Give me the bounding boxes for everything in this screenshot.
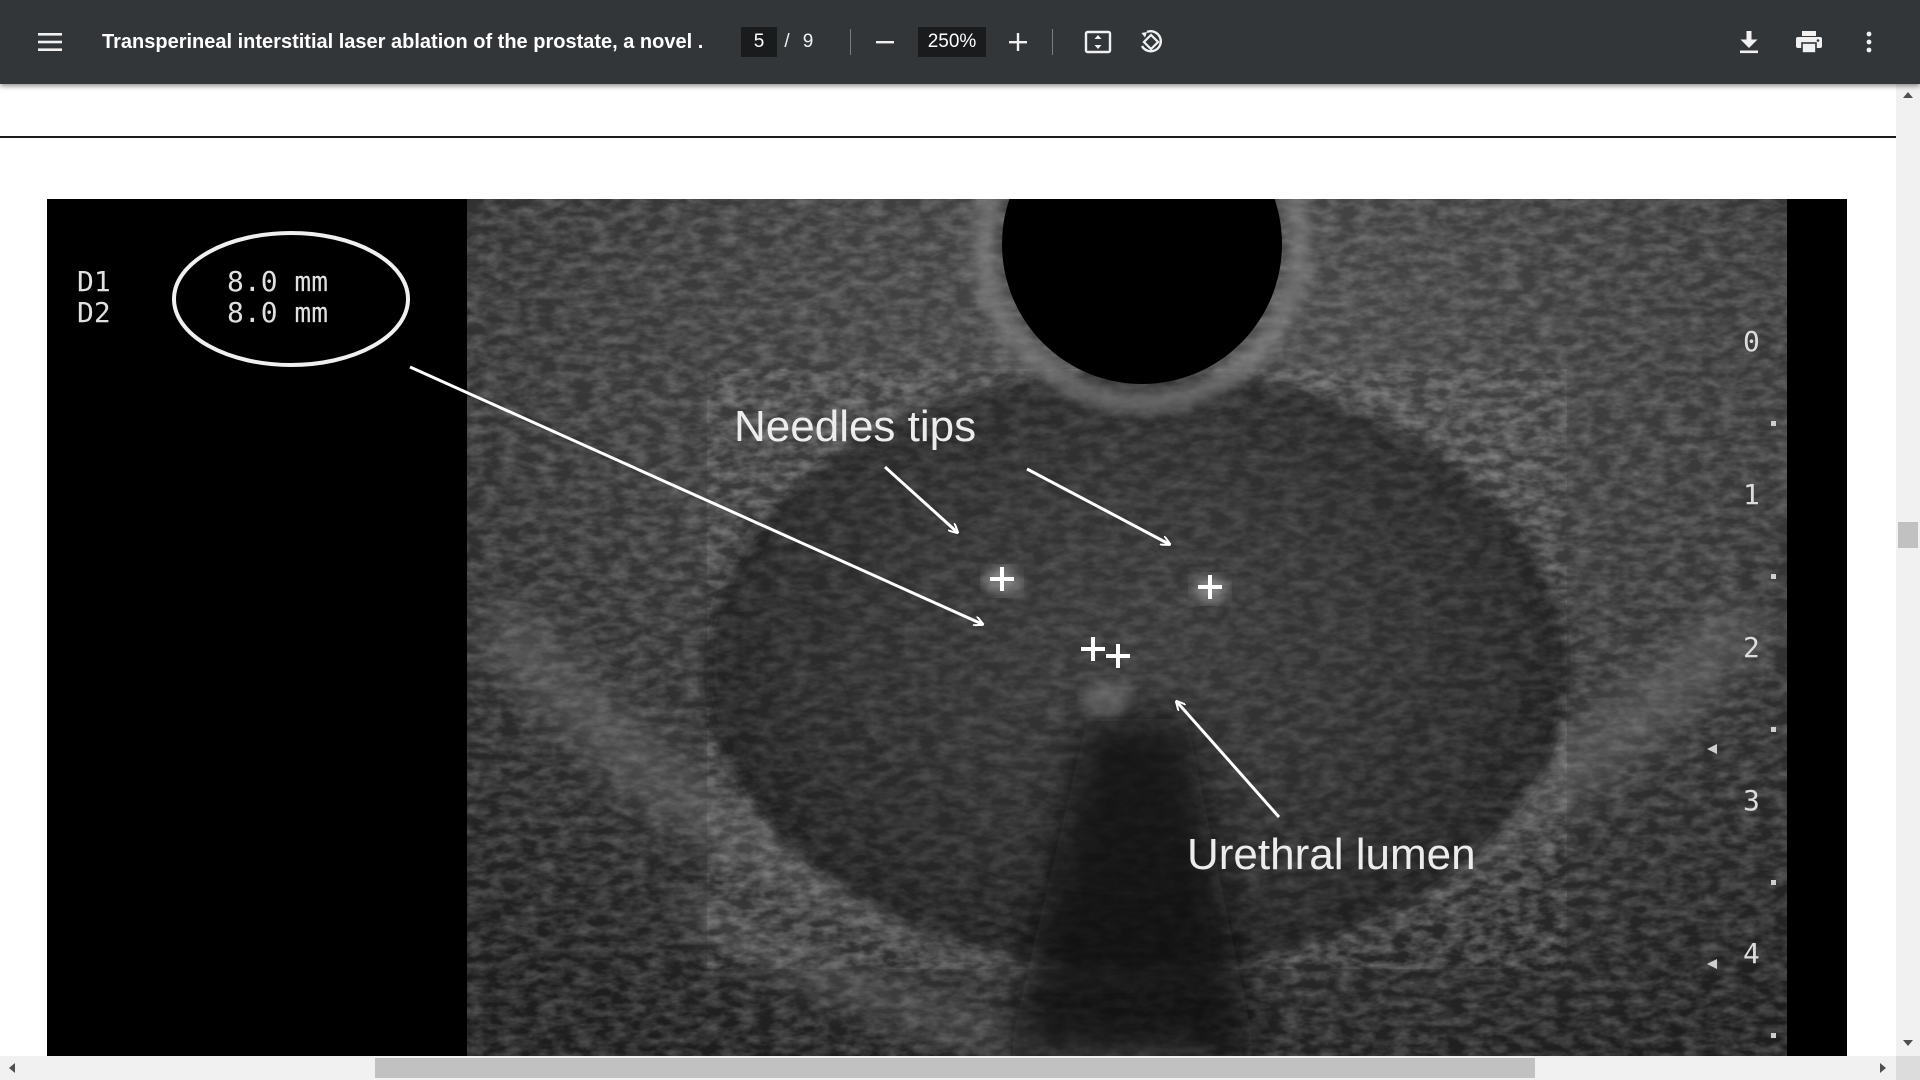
toolbar-divider <box>1052 29 1053 55</box>
urethral-lumen-label: Urethral lumen <box>1187 830 1476 879</box>
horizontal-scrollbar-thumb[interactable] <box>375 1058 1535 1078</box>
toolbar-divider <box>850 29 851 55</box>
vertical-scrollbar-thumb[interactable] <box>1898 522 1918 548</box>
depth-tick-label: 1 <box>1743 478 1760 511</box>
more-vertical-icon <box>1866 31 1872 53</box>
scroll-down-arrow-icon[interactable] <box>1902 1038 1914 1048</box>
fit-to-page-button[interactable] <box>1076 20 1120 64</box>
measure-label-d1: D1 <box>77 265 111 298</box>
minus-icon <box>876 41 894 44</box>
cut-off-text-fragment <box>1050 84 1180 88</box>
scroll-up-arrow-icon[interactable] <box>1902 90 1914 100</box>
needles-tips-label: Needles tips <box>734 402 976 451</box>
print-button[interactable] <box>1787 20 1831 64</box>
page-total: 9 <box>802 31 814 52</box>
page-horizontal-rule <box>0 136 1896 138</box>
zoom-out-button[interactable] <box>863 20 907 64</box>
scroll-right-arrow-icon[interactable] <box>1878 1062 1888 1074</box>
document-title: Transperineal interstitial laser ablatio… <box>102 31 702 53</box>
rotate-counterclockwise-icon <box>1140 30 1162 53</box>
fit-to-page-icon <box>1084 30 1112 54</box>
page-number-input[interactable] <box>741 27 777 57</box>
zoom-level-input[interactable] <box>918 27 986 57</box>
ultrasound-image: D1 D2 8.0 mm 8.0 mm Needles tips Urethra… <box>47 199 1787 1056</box>
menu-button[interactable] <box>28 20 72 64</box>
ultrasound-figure: D1 D2 8.0 mm 8.0 mm Needles tips Urethra… <box>47 199 1847 1056</box>
scrollbar-corner <box>1896 1056 1920 1080</box>
depth-tick-label: 2 <box>1743 631 1760 664</box>
download-button[interactable] <box>1727 20 1771 64</box>
depth-tick-label: 3 <box>1743 784 1760 817</box>
measure-label-d2: D2 <box>77 296 111 329</box>
page-separator: / <box>784 31 790 52</box>
hamburger-menu-icon <box>38 33 62 51</box>
more-actions-button[interactable] <box>1847 20 1891 64</box>
download-icon <box>1740 31 1758 54</box>
vertical-scrollbar[interactable] <box>1896 84 1920 1056</box>
scroll-left-arrow-icon[interactable] <box>7 1062 17 1074</box>
pdf-toolbar: Transperineal interstitial laser ablatio… <box>0 0 1920 84</box>
depth-tick-label: 4 <box>1743 937 1760 970</box>
plus-icon <box>1009 33 1027 51</box>
zoom-in-button[interactable] <box>996 20 1040 64</box>
rotate-button[interactable] <box>1129 20 1173 64</box>
depth-tick-label: 0 <box>1743 325 1760 358</box>
measure-value-d2: 8.0 mm <box>227 296 328 329</box>
measure-value-d1: 8.0 mm <box>227 265 328 298</box>
pdf-page-viewport[interactable]: D1 D2 8.0 mm 8.0 mm Needles tips Urethra… <box>0 84 1896 1056</box>
printer-icon <box>1796 31 1822 54</box>
